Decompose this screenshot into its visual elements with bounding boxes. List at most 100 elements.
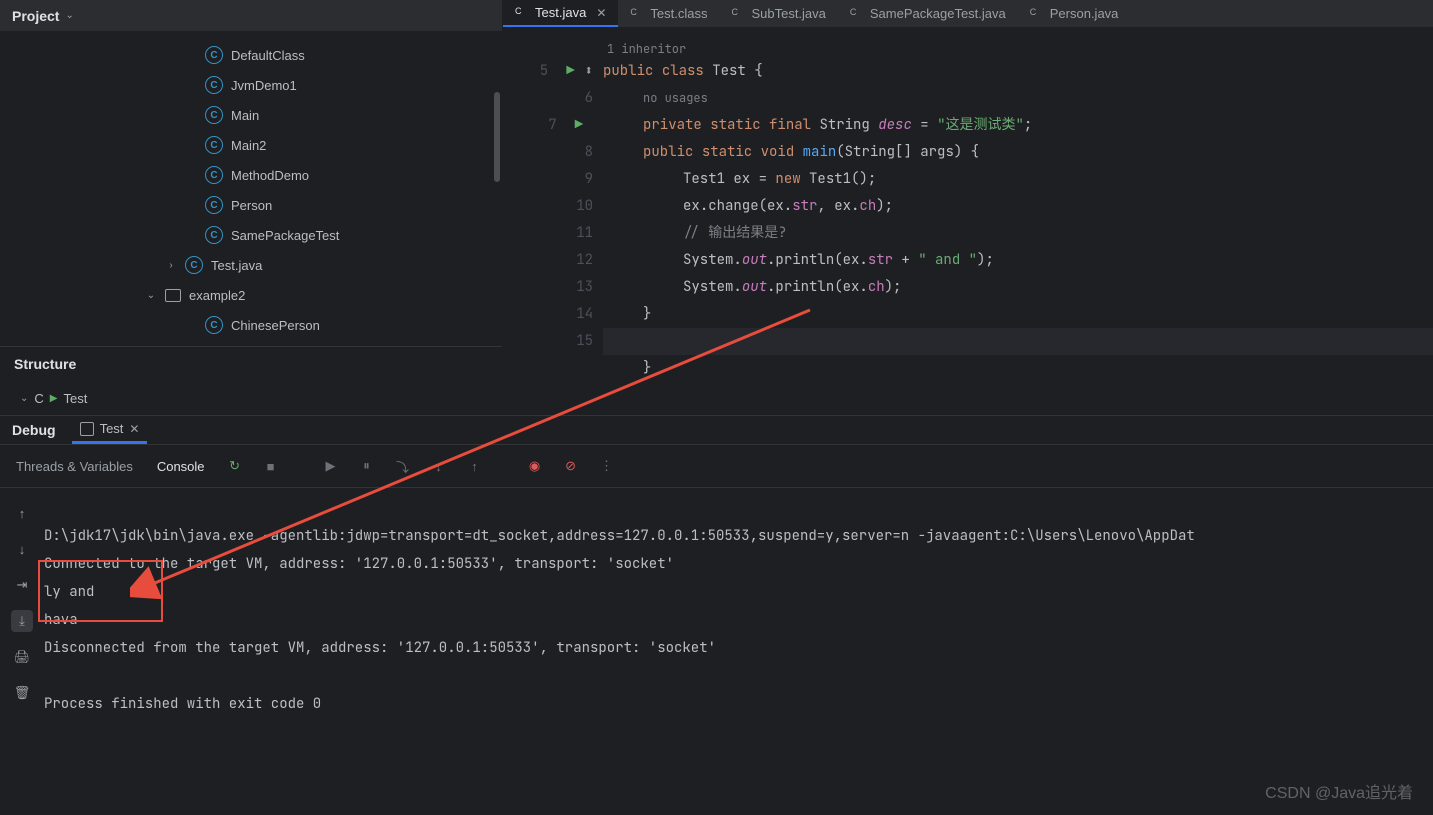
close-icon[interactable]: ✕ xyxy=(596,6,606,20)
debug-label: Debug xyxy=(12,422,56,438)
tab-threads[interactable]: Threads & Variables xyxy=(12,459,137,474)
class-icon: C xyxy=(205,226,223,244)
scroll-end-icon[interactable]: ⤓ xyxy=(11,610,33,632)
view-breakpoints-icon[interactable]: ◉ xyxy=(525,456,545,476)
step-over-icon[interactable]: ⤵ xyxy=(393,456,413,476)
tree-item-label: MethodDemo xyxy=(231,168,309,183)
structure-panel: Structure ⌄ C ▶ Test xyxy=(0,346,502,415)
run-config-icon xyxy=(80,422,94,436)
debug-run-tab[interactable]: Test ✕ xyxy=(72,416,148,444)
up-icon[interactable]: ↑ xyxy=(11,502,33,524)
run-icon[interactable]: ▶ xyxy=(557,58,585,85)
editor-tab[interactable]: C Person.java xyxy=(1018,0,1131,27)
tree-item-label: example2 xyxy=(189,288,245,303)
tree-item-label: Main2 xyxy=(231,138,266,153)
structure-item-label: Test xyxy=(63,391,87,406)
tree-item-label: ChinesePerson xyxy=(231,318,320,333)
tree-item[interactable]: C ChinesePerson xyxy=(0,310,502,340)
tree-item-label: Person xyxy=(231,198,272,213)
structure-item[interactable]: ⌄ C ▶ Test xyxy=(0,381,502,415)
run-icon: ▶ xyxy=(50,393,58,404)
tree-item[interactable]: C MethodDemo xyxy=(0,160,502,190)
class-icon: C xyxy=(515,6,529,20)
debug-tab-label: Test xyxy=(100,421,124,436)
class-icon: C xyxy=(205,76,223,94)
tree-item[interactable]: C DefaultClass xyxy=(0,40,502,70)
step-into-icon[interactable]: ↓ xyxy=(429,456,449,476)
inlay-hint: no usages xyxy=(643,90,708,106)
class-icon: C xyxy=(205,196,223,214)
tree-item[interactable]: ⌄ example2 xyxy=(0,280,502,310)
down-icon[interactable]: ↓ xyxy=(11,538,33,560)
editor-tab[interactable]: C SubTest.java xyxy=(719,0,837,27)
watermark: CSDN @Java追光着 xyxy=(1265,779,1413,803)
run-icon[interactable]: ▶ xyxy=(565,112,593,139)
tree-item-label: JvmDemo1 xyxy=(231,78,297,93)
tree-item-label: DefaultClass xyxy=(231,48,305,63)
class-icon: C xyxy=(205,106,223,124)
class-icon: C xyxy=(205,316,223,334)
tab-label: SubTest.java xyxy=(751,6,825,21)
tree-item[interactable]: C Main xyxy=(0,100,502,130)
trash-icon[interactable]: 🗑 xyxy=(11,682,33,704)
soft-wrap-icon[interactable]: ⇥ xyxy=(11,574,33,596)
gutter: 5 ▶⬍ 6 7 ▶ 8 9 10 11 12 13 14 15 xyxy=(503,28,603,415)
tree-item[interactable]: C Person xyxy=(0,190,502,220)
project-tree[interactable]: C DefaultClass C JvmDemo1 C Main C Main2 C Method… xyxy=(0,32,502,346)
debug-toolbar: Threads & Variables Console ↻ ■ ▶ ⏸ ⤵ ↓ … xyxy=(0,444,1433,488)
close-icon[interactable]: ✕ xyxy=(129,422,139,436)
class-icon: C xyxy=(731,7,745,21)
tree-item[interactable]: C Main2 xyxy=(0,130,502,160)
console-gutter: ↑ ↓ ⇥ ⤓ 🖨 🗑 xyxy=(0,488,44,815)
rerun-icon[interactable]: ↻ xyxy=(225,456,245,476)
scrollbar-thumb[interactable] xyxy=(494,92,500,182)
tab-console[interactable]: Console xyxy=(153,459,209,474)
project-label: Project xyxy=(12,8,59,24)
tab-label: Person.java xyxy=(1050,6,1119,21)
debug-panel: Debug Test ✕ Threads & Variables Console… xyxy=(0,415,1433,815)
step-out-icon[interactable]: ↑ xyxy=(465,456,485,476)
editor-tab[interactable]: C Test.java ✕ xyxy=(503,0,618,27)
code-area[interactable]: 5 ▶⬍ 6 7 ▶ 8 9 10 11 12 13 14 15 1 inher… xyxy=(503,28,1433,415)
editor-tab[interactable]: C SamePackageTest.java xyxy=(838,0,1018,27)
tree-item-label: Test.java xyxy=(211,258,262,273)
pause-icon[interactable]: ⏸ xyxy=(357,456,377,476)
project-header[interactable]: Project ⌄ xyxy=(0,0,502,32)
debug-header: Debug Test ✕ xyxy=(0,416,1433,444)
folder-icon xyxy=(165,289,181,302)
class-icon: C xyxy=(630,7,644,21)
console-output[interactable]: D:\jdk17\jdk\bin\java.exe -agentlib:jdwp… xyxy=(44,488,1433,815)
editor-tab[interactable]: C Test.class xyxy=(618,0,719,27)
chevron-icon: ⌄ xyxy=(145,290,157,301)
tree-item-label: SamePackageTest xyxy=(231,228,339,243)
class-icon: C xyxy=(205,166,223,184)
code-content[interactable]: 1 inheritor public class Test { no usage… xyxy=(603,28,1433,415)
project-sidebar: Project ⌄ C DefaultClass C JvmDemo1 C Main C Ma… xyxy=(0,0,503,415)
chevron-icon: › xyxy=(165,260,177,271)
inlay-hint: 1 inheritor xyxy=(607,36,686,63)
tab-label: SamePackageTest.java xyxy=(870,6,1006,21)
resume-icon[interactable]: ▶ xyxy=(321,456,341,476)
class-icon: C xyxy=(1030,7,1044,21)
console-body: ↑ ↓ ⇥ ⤓ 🖨 🗑 D:\jdk17\jdk\bin\java.exe -a… xyxy=(0,488,1433,815)
print-icon[interactable]: 🖨 xyxy=(11,646,33,668)
more-icon[interactable]: ⋮ xyxy=(597,456,617,476)
tree-item-label: Main xyxy=(231,108,259,123)
class-icon: C xyxy=(205,46,223,64)
tree-item[interactable]: C SamePackageTest xyxy=(0,220,502,250)
chevron-down-icon: ⌄ xyxy=(65,10,73,21)
editor-tabs: C Test.java ✕ C Test.class C SubTest.java C Same… xyxy=(503,0,1433,28)
structure-header[interactable]: Structure xyxy=(0,347,502,381)
tab-label: Test.class xyxy=(650,6,707,21)
editor: C Test.java ✕ C Test.class C SubTest.java C Same… xyxy=(503,0,1433,415)
class-icon: C xyxy=(850,7,864,21)
chevron-down-icon: ⌄ xyxy=(20,393,28,404)
class-icon: C xyxy=(185,256,203,274)
tree-item[interactable]: › C Test.java xyxy=(0,250,502,280)
stop-icon[interactable]: ■ xyxy=(261,456,281,476)
tree-item[interactable]: C JvmDemo1 xyxy=(0,70,502,100)
class-icon: C xyxy=(34,391,43,406)
tab-label: Test.java xyxy=(535,5,586,20)
class-icon: C xyxy=(205,136,223,154)
mute-breakpoints-icon[interactable]: ⊘ xyxy=(561,456,581,476)
